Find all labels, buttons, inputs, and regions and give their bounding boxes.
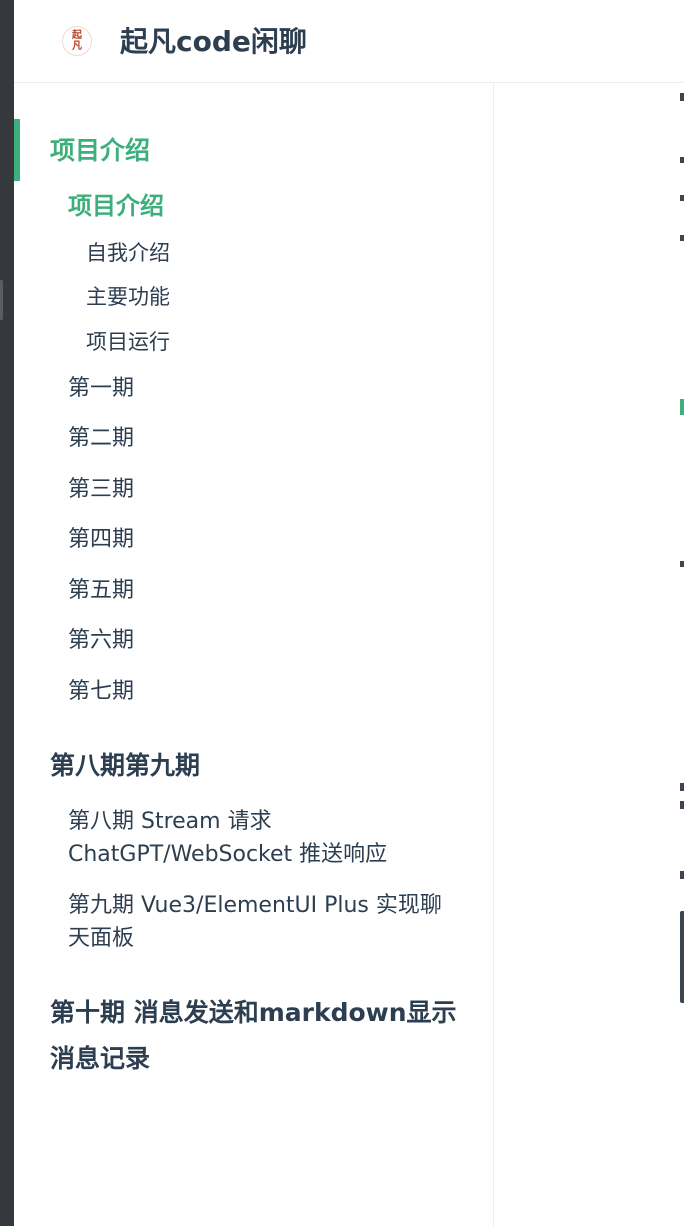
content-fragment [680,235,684,241]
sidebar-link-issue-4[interactable]: 第四期 [68,524,134,556]
content-fragment [680,157,684,163]
sidebar-link-issue-1[interactable]: 第一期 [68,373,134,405]
content-fragment [680,871,684,879]
sidebar-link-label: ChatGPT/WebSocket 推送响应 [68,842,388,867]
content-fragment [680,561,684,567]
content-fragment [680,399,684,415]
edge-handle[interactable] [0,280,3,320]
window-left-edge [0,0,14,1226]
sidebar-sublink-self-intro[interactable]: 自我介绍 [86,238,170,268]
sidebar: 项目介绍 项目介绍 自我介绍 主要功能 项目运行 第一期 第二期 第三期 第四期… [14,83,494,1226]
sidebar-link-issue-6[interactable]: 第六期 [68,625,134,657]
content-fragment [680,911,684,1003]
sidebar-link-issue-7[interactable]: 第七期 [68,676,134,708]
sidebar-group-heading-issue-8-9[interactable]: 第八期第九期 [50,748,200,784]
sidebar-group-heading-label: 消息记录 [50,1044,151,1073]
sidebar-group-heading-project-intro[interactable]: 项目介绍 [50,133,150,169]
sidebar-link-label: 天面板 [68,926,135,951]
sidebar-link-issue-5[interactable]: 第五期 [68,575,134,607]
sidebar-group-heading-issue-10[interactable]: 第十期 消息发送和markdown显示 消息记录 [50,995,457,1077]
logo-seal: 起 凡 [72,30,82,52]
site-logo[interactable]: 起 凡 [62,26,92,56]
sidebar-sublink-main-features[interactable]: 主要功能 [86,282,170,312]
sidebar-link-issue-8[interactable]: 第八期 Stream 请求 ChatGPT/WebSocket 推送响应 [68,805,468,871]
navbar: 起 凡 起凡code闲聊 [14,0,684,83]
content-fragment [680,783,684,791]
active-indicator [14,119,20,181]
sidebar-link-project-intro[interactable]: 项目介绍 [68,190,164,222]
content-fragment [680,195,684,201]
site-title[interactable]: 起凡code闲聊 [120,22,307,62]
sidebar-group-heading-label: 第十期 消息发送和markdown显示 [50,998,457,1027]
sidebar-link-label: 第八期 Stream 请求 [68,809,272,834]
sidebar-link-issue-9[interactable]: 第九期 Vue3/ElementUI Plus 实现聊 天面板 [68,889,468,955]
sidebar-link-label: 第九期 Vue3/ElementUI Plus 实现聊 [68,893,442,918]
sidebar-sublink-project-run[interactable]: 项目运行 [86,327,170,357]
main-content [494,83,684,1226]
content-fragment [680,801,684,809]
sidebar-link-issue-2[interactable]: 第二期 [68,423,134,455]
sidebar-link-issue-3[interactable]: 第三期 [68,474,134,506]
content-fragment [680,93,684,101]
